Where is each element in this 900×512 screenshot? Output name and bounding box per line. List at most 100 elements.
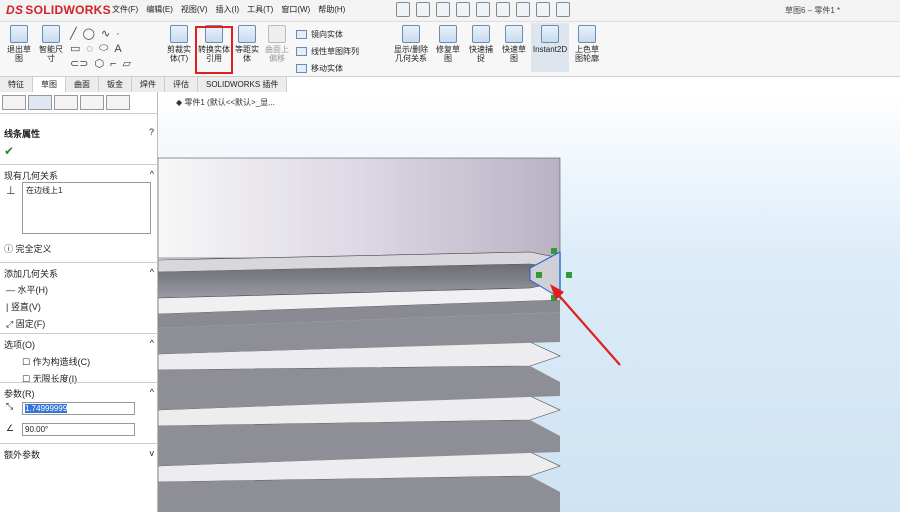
tab-sheetmetal[interactable]: 钣金 xyxy=(99,77,132,92)
expand-icon[interactable]: v xyxy=(150,448,155,461)
quick-snap-button[interactable]: 快速捕捉 xyxy=(467,25,495,63)
tab-weldments[interactable]: 焊件 xyxy=(132,77,165,92)
instant2d-icon xyxy=(541,25,559,43)
property-manager-icon[interactable] xyxy=(28,95,52,110)
length-input[interactable]: 1.74999999 xyxy=(22,402,135,415)
rapid-sketch-button[interactable]: 快速草图 xyxy=(500,25,528,63)
ellipse-icon[interactable]: ⬭ xyxy=(99,42,108,55)
panel-title: 线条属性 xyxy=(4,129,41,139)
text-icon[interactable]: A xyxy=(114,43,121,55)
move-icon xyxy=(296,64,307,74)
highlight-box xyxy=(195,26,233,74)
main-menu: 文件(F) 编辑(E) 视图(V) 插入(I) 工具(T) 窗口(W) 帮助(H… xyxy=(112,4,345,15)
exit-sketch-button[interactable]: 退出草图 xyxy=(4,25,34,63)
instant2d-button[interactable]: Instant2D xyxy=(531,23,569,72)
snap-icon xyxy=(472,25,490,43)
offset-button[interactable]: 等距实体 xyxy=(233,25,261,63)
circle-icon[interactable]: ◯ xyxy=(83,27,95,40)
length-icon: ⤡ xyxy=(6,401,14,411)
shaded-contour-button[interactable]: 上色草图轮廓 xyxy=(572,25,602,63)
menu-insert[interactable]: 插入(I) xyxy=(216,4,240,15)
vertical-option[interactable]: | 竖直(V) xyxy=(0,297,158,316)
fillet-icon[interactable]: ⌐ xyxy=(110,58,116,70)
save-icon[interactable] xyxy=(456,2,470,17)
polygon-icon[interactable]: ⬡ xyxy=(94,57,104,70)
collapse-icon[interactable]: ^ xyxy=(150,169,154,182)
help-icon[interactable]: ? xyxy=(149,127,154,140)
fix-option[interactable]: ⤢ 固定(F) xyxy=(0,316,158,331)
tab-addins[interactable]: SOLIDWORKS 插件 xyxy=(198,77,288,92)
menu-window[interactable]: 窗口(W) xyxy=(281,4,310,15)
collapse-icon[interactable]: ^ xyxy=(150,387,154,400)
collapse-icon[interactable]: ^ xyxy=(150,338,154,351)
mirror-button[interactable]: 镜向实体 xyxy=(296,26,359,43)
offset-icon xyxy=(238,25,256,43)
arc-icon[interactable]: ◌ xyxy=(86,43,93,55)
repair-sketch-button[interactable]: 修复草图 xyxy=(434,25,462,63)
rectangle-icon[interactable]: ▭ xyxy=(70,42,80,55)
plane-icon[interactable]: ▱ xyxy=(122,57,130,70)
config-manager-icon[interactable] xyxy=(54,95,78,110)
select-icon[interactable] xyxy=(516,2,530,17)
undo-icon[interactable] xyxy=(496,2,510,17)
extra-parameters-section: 额外参数 v xyxy=(4,448,155,461)
pattern-tools: 镜向实体 线性草图阵列 移动实体 xyxy=(296,26,359,77)
property-manager: 线条属性? ✔ 现有几何关系 ^ ⊥ 在边线上1 ⓘ 完全定义 添加几何关系 ^ —… xyxy=(0,92,158,512)
status-row: ⓘ 完全定义 xyxy=(4,244,52,254)
home-icon[interactable] xyxy=(396,2,410,17)
quick-access-toolbar xyxy=(396,2,570,17)
list-item[interactable]: 在边线上1 xyxy=(26,186,62,195)
panel-header: 线条属性? ✔ xyxy=(0,125,158,160)
point-icon[interactable]: · xyxy=(116,28,120,40)
move-button[interactable]: 移动实体 xyxy=(296,60,359,77)
trim-icon xyxy=(170,25,188,43)
mirror-icon xyxy=(296,30,307,40)
solidworks-logo[interactable]: DS SOLIDWORKS xyxy=(6,3,111,17)
relations-icon xyxy=(402,25,420,43)
menu-file[interactable]: 文件(F) xyxy=(112,4,138,15)
tab-evaluate[interactable]: 评估 xyxy=(165,77,198,92)
horizontal-option[interactable]: — 水平(H) xyxy=(0,282,158,297)
surface-offset-icon xyxy=(268,25,286,43)
threaded-part-model[interactable] xyxy=(158,92,900,512)
menu-help[interactable]: 帮助(H) xyxy=(318,4,345,15)
trim-button[interactable]: 剪裁实体(T) xyxy=(165,25,193,63)
panel-tabs xyxy=(0,92,157,114)
sketch-entity-tools: ╱ ◯ ∿ · ▭ ◌ ⬭ A ⊂⊃ ⬡ ⌐ ▱ xyxy=(70,26,165,72)
menu-edit[interactable]: 编辑(E) xyxy=(146,4,173,15)
dimxpert-icon[interactable] xyxy=(80,95,104,110)
angle-icon: ∠ xyxy=(6,423,15,433)
slot-icon[interactable]: ⊂⊃ xyxy=(70,57,88,70)
tab-surfaces[interactable]: 曲面 xyxy=(66,77,99,92)
rebuild-icon[interactable] xyxy=(536,2,550,17)
print-icon[interactable] xyxy=(476,2,490,17)
collapse-icon[interactable]: ^ xyxy=(150,267,154,280)
ok-check-icon[interactable]: ✔ xyxy=(0,142,158,160)
parameters-section: 参数(R) ^ xyxy=(4,387,154,400)
feature-tree-icon[interactable] xyxy=(2,95,26,110)
smart-dimension-button[interactable]: 智能尺寸 xyxy=(36,25,66,63)
window-title: 草图6 – 零件1 * xyxy=(785,6,841,15)
repair-icon xyxy=(439,25,457,43)
open-icon[interactable] xyxy=(436,2,450,17)
line-icon[interactable]: ╱ xyxy=(70,27,77,40)
spline-icon[interactable]: ∿ xyxy=(101,27,110,40)
new-icon[interactable] xyxy=(416,2,430,17)
fix-icon: ⤢ xyxy=(6,319,16,329)
menu-tools[interactable]: 工具(T) xyxy=(247,4,273,15)
tab-features[interactable]: 特征 xyxy=(0,77,33,92)
command-tabs: 特征 草图 曲面 钣金 焊件 评估 SOLIDWORKS 插件 xyxy=(0,77,300,92)
shaded-contour-icon xyxy=(578,25,596,43)
menu-view[interactable]: 视图(V) xyxy=(181,4,208,15)
linear-pattern-button[interactable]: 线性草图阵列 xyxy=(296,43,359,60)
linear-pattern-icon xyxy=(296,47,307,57)
display-manager-icon[interactable] xyxy=(106,95,130,110)
tab-sketch[interactable]: 草图 xyxy=(33,77,66,92)
construction-checkbox[interactable]: ☐ 作为构造线(C) xyxy=(0,353,158,370)
show-relations-button[interactable]: 显示/删除几何关系 xyxy=(390,25,432,63)
options-icon[interactable] xyxy=(556,2,570,17)
angle-input[interactable]: 90.00° xyxy=(22,423,135,436)
graphics-area[interactable]: ◆ 零件1 (默认<<默认>_显... xyxy=(158,92,900,512)
surface-offset-button[interactable]: 曲面上偏移 xyxy=(263,25,291,63)
relations-list[interactable]: 在边线上1 xyxy=(22,182,151,234)
